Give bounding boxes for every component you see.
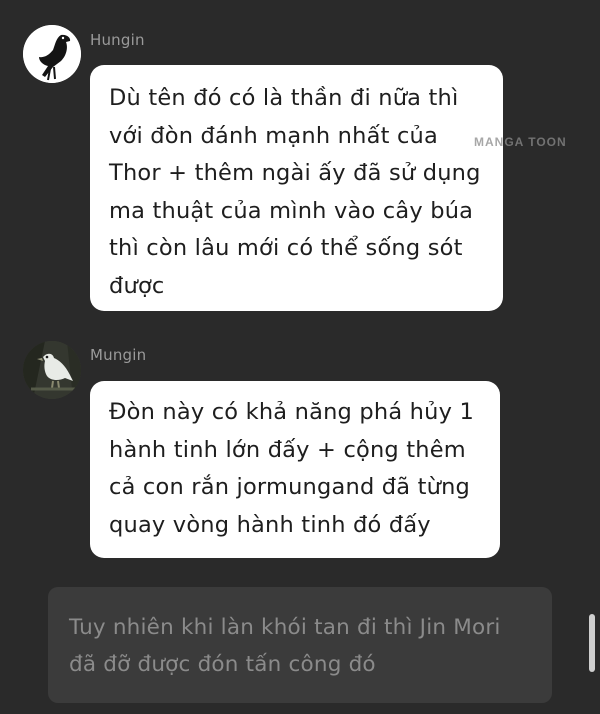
- narration-text: Tuy nhiên khi làn khói tan đi thì Jin Mo…: [69, 615, 501, 677]
- crow-avatar[interactable]: [23, 25, 81, 83]
- narration-box[interactable]: Tuy nhiên khi làn khói tan đi thì Jin Mo…: [48, 587, 552, 703]
- scrollbar[interactable]: [589, 614, 595, 672]
- watermark: MANGA TOON: [474, 135, 567, 149]
- sender-name: Mungin: [90, 346, 147, 364]
- message-text: Đòn này có khả năng phá hủy 1 hành tinh …: [109, 399, 474, 538]
- message-bubble[interactable]: Đòn này có khả năng phá hủy 1 hành tinh …: [90, 381, 500, 558]
- sender-name: Hungin: [90, 31, 145, 49]
- crow-icon: [23, 25, 81, 83]
- message-text: Dù tên đó có là thần đi nữa thì với đòn …: [109, 85, 481, 299]
- white-bird-avatar[interactable]: [23, 341, 81, 399]
- white-bird-icon: [23, 341, 81, 399]
- message-bubble[interactable]: Dù tên đó có là thần đi nữa thì với đòn …: [90, 65, 503, 311]
